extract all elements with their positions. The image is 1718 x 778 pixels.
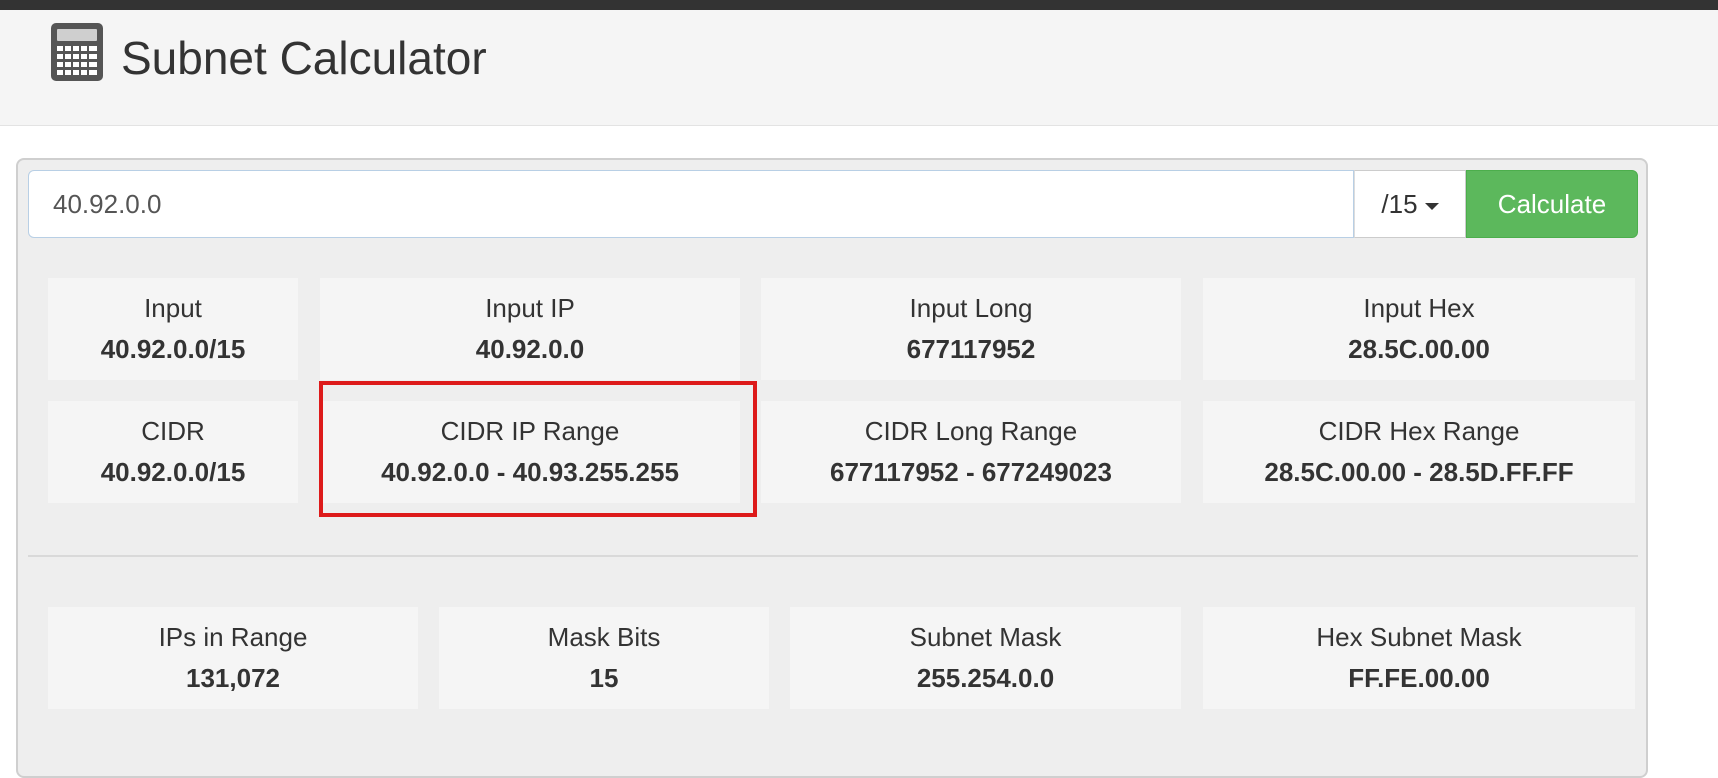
result-label: Input Hex [1363,293,1475,323]
top-nav-bar [0,0,1718,10]
result-label: CIDR IP Range [440,416,620,446]
result-value: 131,072 [186,663,280,693]
result-value: 28.5C.00.00 - 28.5D.FF.FF [1264,457,1574,487]
result-cidr: CIDR 40.92.0.0/15 [48,401,298,503]
result-label: CIDR [141,416,205,446]
calculate-button[interactable]: Calculate [1466,170,1638,238]
result-label: Input IP [485,293,575,323]
result-value: 28.5C.00.00 [1348,334,1490,364]
result-value: FF.FE.00.00 [1348,663,1490,693]
result-hex-subnet-mask: Hex Subnet Mask FF.FE.00.00 [1203,607,1635,709]
page-title: Subnet Calculator [121,32,487,84]
result-label: Subnet Mask [909,622,1062,652]
result-value: 15 [589,663,619,693]
result-ips-in-range: IPs in Range 131,072 [48,607,418,709]
result-value: 40.92.0.0 - 40.93.255.255 [381,457,679,487]
mask-dropdown[interactable]: /15 [1354,170,1466,238]
result-label: Mask Bits [547,622,661,652]
result-input-long: Input Long 677117952 [761,278,1181,380]
result-label: Input Long [909,293,1033,323]
result-value: 40.92.0.0/15 [100,457,246,487]
result-input-hex: Input Hex 28.5C.00.00 [1203,278,1635,380]
result-value: 255.254.0.0 [916,663,1055,693]
calculator-icon [51,23,103,81]
result-label: Hex Subnet Mask [1316,622,1522,652]
calculator-panel: /15 Calculate Input 40.92.0.0/15 Input I… [16,158,1648,778]
result-cidr-hex-range: CIDR Hex Range 28.5C.00.00 - 28.5D.FF.FF [1203,401,1635,503]
result-label: CIDR Hex Range [1318,416,1520,446]
result-input: Input 40.92.0.0/15 [48,278,298,380]
result-value: 40.92.0.0 [475,334,585,364]
result-subnet-mask: Subnet Mask 255.254.0.0 [790,607,1181,709]
result-label: CIDR Long Range [864,416,1078,446]
caret-down-icon [1424,202,1439,210]
result-cidr-ip-range: CIDR IP Range 40.92.0.0 - 40.93.255.255 [320,401,740,503]
result-value: 677117952 [906,334,1036,364]
page-header: Subnet Calculator [0,10,1718,126]
mask-dropdown-value: /15 [1381,188,1418,219]
result-mask-bits: Mask Bits 15 [439,607,769,709]
result-cidr-long-range: CIDR Long Range 677117952 - 677249023 [761,401,1181,503]
section-divider [28,555,1638,557]
result-value: 40.92.0.0/15 [100,334,246,364]
result-label: Input [144,293,202,323]
result-value: 677117952 - 677249023 [830,457,1112,487]
result-label: IPs in Range [158,622,308,652]
ip-address-input[interactable] [28,170,1354,238]
result-input-ip: Input IP 40.92.0.0 [320,278,740,380]
